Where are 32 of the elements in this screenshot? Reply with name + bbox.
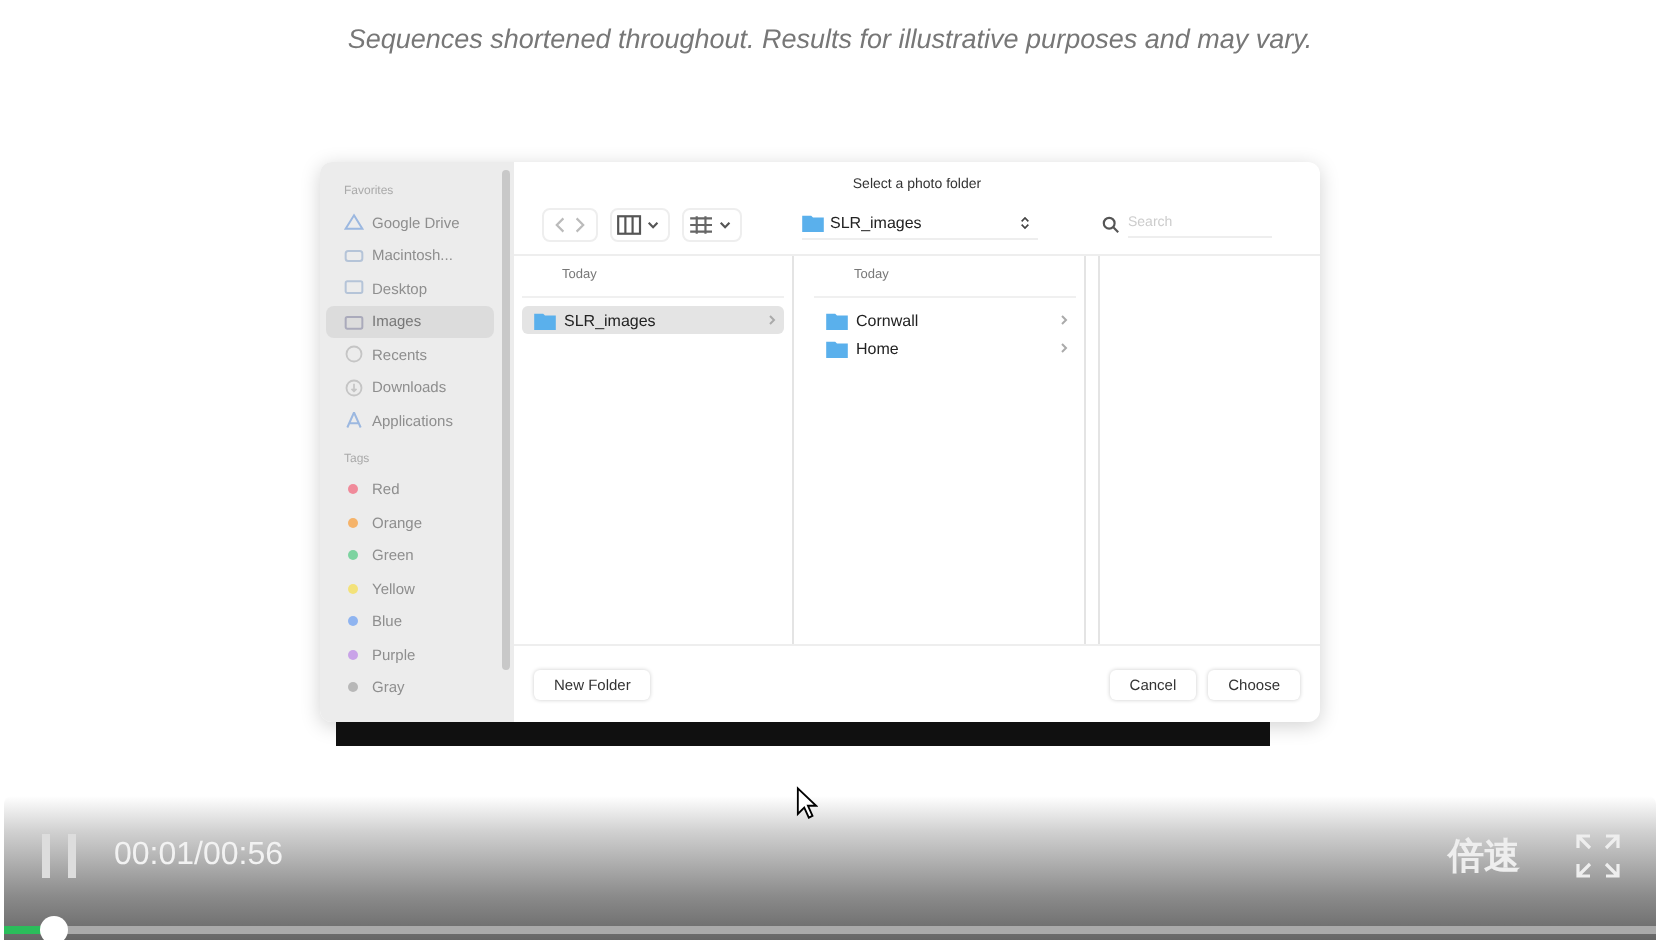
grid-icon [688,213,736,235]
triangle-icon [344,212,364,233]
column-view-button[interactable] [610,207,670,241]
apps-icon [344,410,364,431]
chevron-icon [768,314,776,326]
progress-track[interactable] [4,916,1656,940]
playback-time: 00:01/00:56 [114,838,284,874]
fullscreen-icon[interactable] [1576,834,1620,878]
mouse-pointer-icon [796,786,818,820]
folder-icon [534,311,556,329]
folder-row[interactable]: SLR_images [522,306,784,334]
updown-icon [1020,214,1030,232]
folder-row[interactable]: Home [814,334,1076,362]
chevron-icon [1060,342,1068,354]
folder-icon [826,311,848,329]
search-icon [1102,215,1120,233]
folder-icon [344,311,364,332]
video-caption: Sequences shortened throughout. Results for illustrative purposes and may vary. [345,22,1315,58]
download-icon [344,377,364,398]
columns-icon [616,213,664,235]
folder-row[interactable]: Cornwall [814,306,1076,334]
folder-icon [802,214,824,232]
pause-icon[interactable] [42,834,78,878]
monitor-icon [344,278,364,299]
location-dropdown[interactable]: SLR_images [802,209,1038,239]
clock-icon [344,344,364,365]
speed-button[interactable]: 倍速 [1448,832,1520,880]
chevron-icon [1060,314,1068,326]
progress-thumb[interactable] [39,916,68,940]
back-forward-buttons[interactable] [542,207,598,241]
folder-icon [826,339,848,357]
grid-view-button[interactable] [682,207,742,241]
